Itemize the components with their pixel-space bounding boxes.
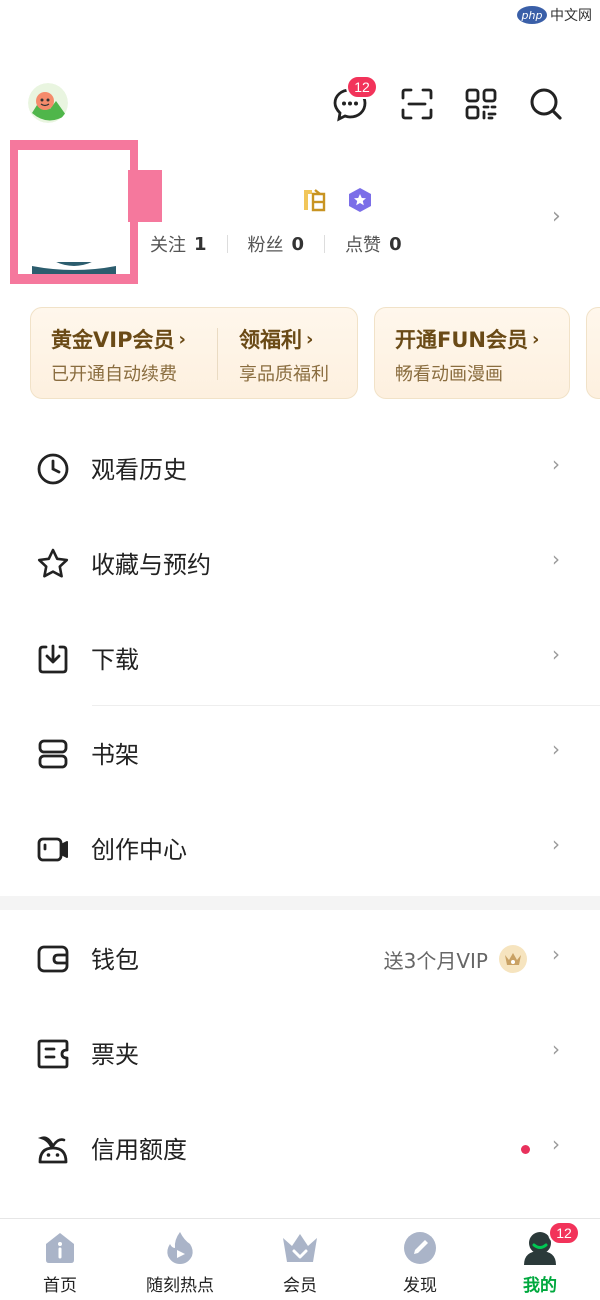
compass-icon [401,1229,439,1267]
menu-item-download[interactable]: 下载 › [0,612,600,706]
vip-cell-fun[interactable]: 开通FUN会员 › 畅看动画漫画 [395,324,539,386]
ticket-icon [37,1039,69,1069]
nav-trending[interactable]: 随刻热点 [125,1229,235,1299]
menu-item-credit[interactable]: 信用额度 › [0,1102,600,1196]
star-icon [37,548,69,578]
stat-fans[interactable]: 粉丝 0 [248,231,305,257]
vip-cell-welfare[interactable]: 领福利 › 享品质福利 [239,324,329,386]
menu-item-creator[interactable]: 创作中心 › [0,802,600,896]
credit-icon [37,1136,68,1164]
star-medal-icon[interactable] [346,186,374,214]
chevron-right-icon: › [552,1037,560,1061]
clock-icon [37,453,69,485]
vip-cell-gold[interactable]: 黄金VIP会员 › 已开通自动续费 [51,324,186,386]
menu-label: 下载 [91,646,139,674]
nav-vip[interactable]: 会员 [245,1229,355,1299]
profile-stats: 关注 1 粉丝 0 点赞 0 [150,230,402,258]
watermark: php 中文网 [517,2,600,28]
stat-likes[interactable]: 点赞 0 [345,231,402,257]
menu-label: 创作中心 [91,836,187,864]
vip-card-gold[interactable]: 黄金VIP会员 › 已开通自动续费 领福利 › 享品质福利 [30,307,358,399]
section-divider [0,896,600,910]
watermark-text: 中文网 [550,8,592,24]
level-badge-icon[interactable] [300,186,328,214]
chevron-right-icon: › [552,547,560,571]
vip-subtitle: 已开通自动续费 [51,364,177,385]
download-icon [38,644,68,674]
qrcode-icon[interactable] [461,84,501,124]
stat-divider [324,235,326,253]
nav-discover[interactable]: 发现 [365,1229,475,1299]
vip-subtitle: 畅看动画漫画 [395,364,503,385]
wallet-icon [37,945,69,973]
wallet-promo[interactable]: 送3个月VIP [384,944,528,974]
nav-label: 会员 [283,1276,317,1296]
chevron-right-icon: › [552,832,560,856]
stat-value: 0 [389,233,402,255]
chevron-right-icon: › [552,942,560,966]
profile-badge: 12 [548,1221,580,1245]
vip-crown-icon [499,945,527,973]
watermark-logo: php [517,6,547,24]
menu-label: 观看历史 [91,456,187,484]
vip-title: 开通FUN会员 [395,328,528,352]
top-bar: 12 [0,75,600,132]
chevron-right-icon: › [552,452,560,476]
vip-title: 领福利 [239,328,302,352]
avatar-highlight-tab [128,170,162,222]
menu-label: 票夹 [91,1041,139,1069]
camera-icon [37,837,68,862]
avatar-highlight [10,140,138,284]
home-icon [41,1229,79,1267]
stat-label: 关注 [150,235,186,256]
nav-label: 发现 [403,1276,437,1296]
chevron-right-icon: › [552,642,560,666]
vip-chevron-icon: › [178,328,186,350]
menu-item-favorites[interactable]: 收藏与预约 › [0,517,600,611]
app-logo-icon[interactable] [28,83,68,123]
vip-divider [217,328,218,380]
stat-value: 0 [291,233,305,255]
wallet-promo-text: 送3个月VIP [383,948,488,973]
nav-home[interactable]: 首页 [5,1229,115,1299]
vip-chevron-icon: › [306,328,314,350]
avatar[interactable] [18,150,130,274]
vip-card-more[interactable] [586,307,600,399]
stat-label: 点赞 [345,235,382,256]
message-badge: 12 [346,75,378,99]
vip-chevron-icon: › [531,328,540,350]
vip-subtitle: 享品质福利 [239,364,329,385]
chevron-right-icon: › [552,737,560,761]
menu-label: 收藏与预约 [91,551,211,579]
stat-label: 粉丝 [247,235,284,256]
menu-label: 钱包 [91,946,139,974]
menu-label: 信用额度 [91,1136,187,1164]
crown-icon [281,1229,319,1267]
notification-dot [521,1145,530,1154]
nav-label: 首页 [43,1276,77,1296]
stat-divider [226,235,228,253]
menu-item-wallet[interactable]: 钱包 送3个月VIP › [0,912,600,1006]
stat-value: 1 [194,233,207,255]
menu-item-bookshelf[interactable]: 书架 › [0,707,600,801]
menu-label: 书架 [91,741,139,769]
menu-item-tickets[interactable]: 票夹 › [0,1007,600,1101]
scan-icon[interactable] [397,84,437,124]
profile-chevron-icon[interactable]: › [552,204,561,229]
divider [92,705,600,706]
bottom-nav: 首页 随刻热点 会员 发现 我的 12 [0,1218,600,1300]
user-badges [300,186,374,214]
bookshelf-icon [38,739,68,769]
nav-label: 我的 [523,1276,557,1296]
menu-item-history[interactable]: 观看历史 › [0,422,600,516]
nav-profile[interactable]: 我的 [485,1229,595,1299]
vip-card-fun[interactable]: 开通FUN会员 › 畅看动画漫画 [374,307,570,399]
search-icon[interactable] [526,84,566,124]
stat-following[interactable]: 关注 1 [150,231,207,257]
chevron-right-icon: › [552,1132,560,1156]
nav-label: 随刻热点 [146,1276,214,1296]
flame-icon [161,1229,199,1267]
vip-title: 黄金VIP会员 [51,328,175,352]
